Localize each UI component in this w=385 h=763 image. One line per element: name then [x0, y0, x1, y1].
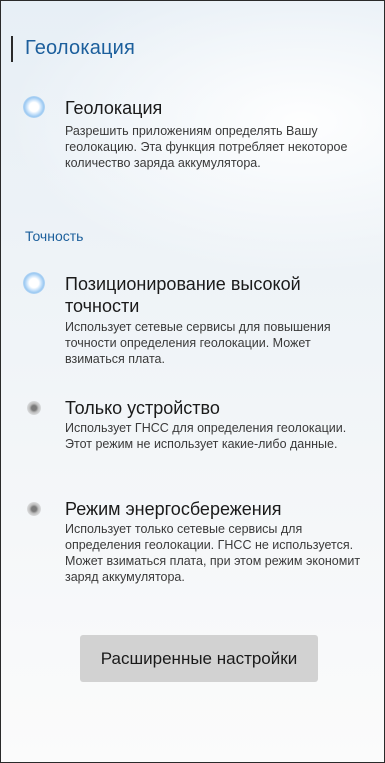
radio-selected-icon[interactable]	[23, 272, 45, 294]
accuracy-option-title: Только устройство	[65, 398, 220, 418]
radio-unselected-icon[interactable]	[27, 502, 41, 516]
page-title: Геолокация	[25, 37, 136, 59]
accuracy-option-title: Позиционирование высокой точности	[65, 274, 301, 316]
advanced-settings-button[interactable]: Расширенные настройки	[80, 635, 318, 682]
accuracy-option-description: Использует ГНСС для определения геолокац…	[65, 421, 347, 451]
geolocation-settings-screen: Геолокация Геолокация Разрешить приложен…	[0, 0, 385, 763]
header-accent-bar	[11, 36, 13, 62]
accuracy-section-label: Точность	[25, 228, 84, 244]
geolocation-toggle-on-icon[interactable]	[23, 96, 45, 118]
geolocation-description: Разрешить приложениям определять Вашу ге…	[65, 124, 348, 170]
accuracy-option-description: Использует только сетевые сервисы для оп…	[65, 522, 361, 584]
geolocation-title: Геолокация	[65, 98, 163, 118]
accuracy-option-description: Использует сетевые сервисы для повышения…	[65, 320, 331, 366]
radio-unselected-icon[interactable]	[27, 401, 41, 415]
accuracy-option-title: Режим энергосбережения	[65, 499, 282, 519]
page-header: Геолокация	[1, 34, 384, 64]
